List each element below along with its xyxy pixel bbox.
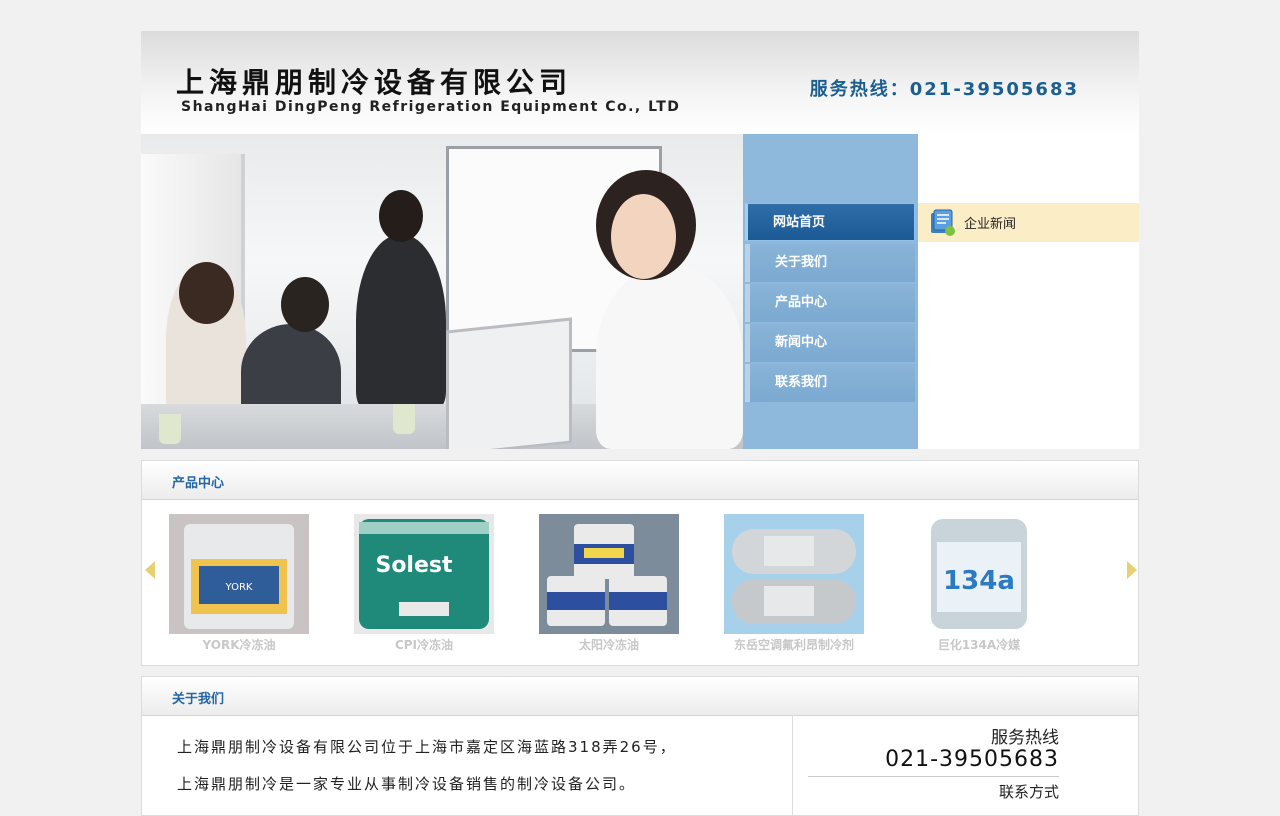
product-image: Solest <box>354 514 494 634</box>
photo-laptop <box>446 317 572 449</box>
divider <box>808 776 1059 777</box>
news-tab[interactable]: 企业新闻 <box>918 203 1139 242</box>
about-title: 关于我们 <box>172 692 225 707</box>
side-contact-link[interactable]: 联系方式 <box>999 781 1059 802</box>
products-panel: 产品中心 YORK YORK冷冻油 Solest CPI冷冻油 太阳冷冻油 东岳… <box>141 460 1139 666</box>
carousel-prev-arrow-icon[interactable] <box>145 561 155 579</box>
company-name-en: ShangHai DingPeng Refrigeration Equipmen… <box>181 99 681 115</box>
product-image: 134a <box>909 514 1049 634</box>
nav-item-home[interactable]: 网站首页 <box>745 203 915 241</box>
about-panel-header: 关于我们 <box>142 677 1138 716</box>
news-tab-label: 企业新闻 <box>964 217 1017 232</box>
products-title: 产品中心 <box>172 476 225 491</box>
about-panel: 关于我们 上海鼎朋制冷设备有限公司位于上海市嘉定区海蓝路318弄26号， 上海鼎… <box>141 676 1139 816</box>
company-name-cn: 上海鼎朋制冷设备有限公司 <box>176 66 573 99</box>
product-carousel: YORK YORK冷冻油 Solest CPI冷冻油 太阳冷冻油 东岳空调氟利昂… <box>142 499 1140 665</box>
about-body: 上海鼎朋制冷设备有限公司位于上海市嘉定区海蓝路318弄26号， 上海鼎朋制冷是一… <box>142 715 1140 815</box>
product-card[interactable]: 太阳冷冻油 <box>539 514 679 653</box>
product-image: YORK <box>169 514 309 634</box>
product-label: 太阳冷冻油 <box>578 638 639 652</box>
product-image <box>539 514 679 634</box>
product-card[interactable]: 东岳空调氟利昂制冷剂 <box>724 514 864 653</box>
office-photo <box>141 134 743 449</box>
photo-cup <box>393 404 415 434</box>
svg-text:Solest: Solest <box>375 553 453 578</box>
photo-person-head <box>281 277 329 332</box>
news-pane: 企业新闻 <box>918 134 1139 449</box>
product-label: YORK冷冻油 <box>202 638 276 652</box>
product-card[interactable]: 134a 巨化134A冷媒 <box>909 514 1049 653</box>
side-hotline-label: 服务热线 <box>991 728 1059 748</box>
product-label: 东岳空调氟利昂制冷剂 <box>733 638 854 652</box>
contact-sidebar: 服务热线 021-39505683 联系方式 <box>792 715 1141 815</box>
product-label: 巨化134A冷媒 <box>937 638 1021 652</box>
site-header: 上海鼎朋制冷设备有限公司 ShangHai DingPeng Refrigera… <box>141 31 1139 134</box>
nav-item-about[interactable]: 关于我们 <box>745 244 915 282</box>
photo-person-head <box>379 190 423 242</box>
nav-item-products[interactable]: 产品中心 <box>745 284 915 322</box>
about-line-2: 上海鼎朋制冷是一家专业从事制冷设备销售的制冷设备公司。 <box>177 775 637 793</box>
main-nav: 网站首页 关于我们 产品中心 新闻中心 联系我们 <box>743 134 918 449</box>
photo-person-head <box>179 262 234 324</box>
about-text: 上海鼎朋制冷设备有限公司位于上海市嘉定区海蓝路318弄26号， 上海鼎朋制冷是一… <box>177 729 677 803</box>
photo-person <box>356 234 446 409</box>
photo-person <box>596 264 743 449</box>
photo-cup <box>159 414 181 444</box>
product-image <box>724 514 864 634</box>
nav-item-contact[interactable]: 联系我们 <box>745 364 915 402</box>
photo-person-face <box>611 194 676 279</box>
document-icon <box>931 209 955 236</box>
svg-text:134a: 134a <box>943 566 1015 596</box>
product-card[interactable]: YORK YORK冷冻油 <box>169 514 309 653</box>
product-label: CPI冷冻油 <box>394 638 454 652</box>
about-line-1: 上海鼎朋制冷设备有限公司位于上海市嘉定区海蓝路318弄26号， <box>177 738 677 756</box>
svg-text:YORK: YORK <box>225 582 253 593</box>
banner: 网站首页 关于我们 产品中心 新闻中心 联系我们 企业新闻 <box>141 134 1139 449</box>
side-phone-number: 021-39505683 <box>885 747 1059 772</box>
nav-item-news[interactable]: 新闻中心 <box>745 324 915 362</box>
carousel-next-arrow-icon[interactable] <box>1127 561 1137 579</box>
hotline-text: 服务热线：021-39505683 <box>809 79 1079 100</box>
product-card[interactable]: Solest CPI冷冻油 <box>354 514 494 653</box>
products-panel-header: 产品中心 <box>142 461 1138 500</box>
